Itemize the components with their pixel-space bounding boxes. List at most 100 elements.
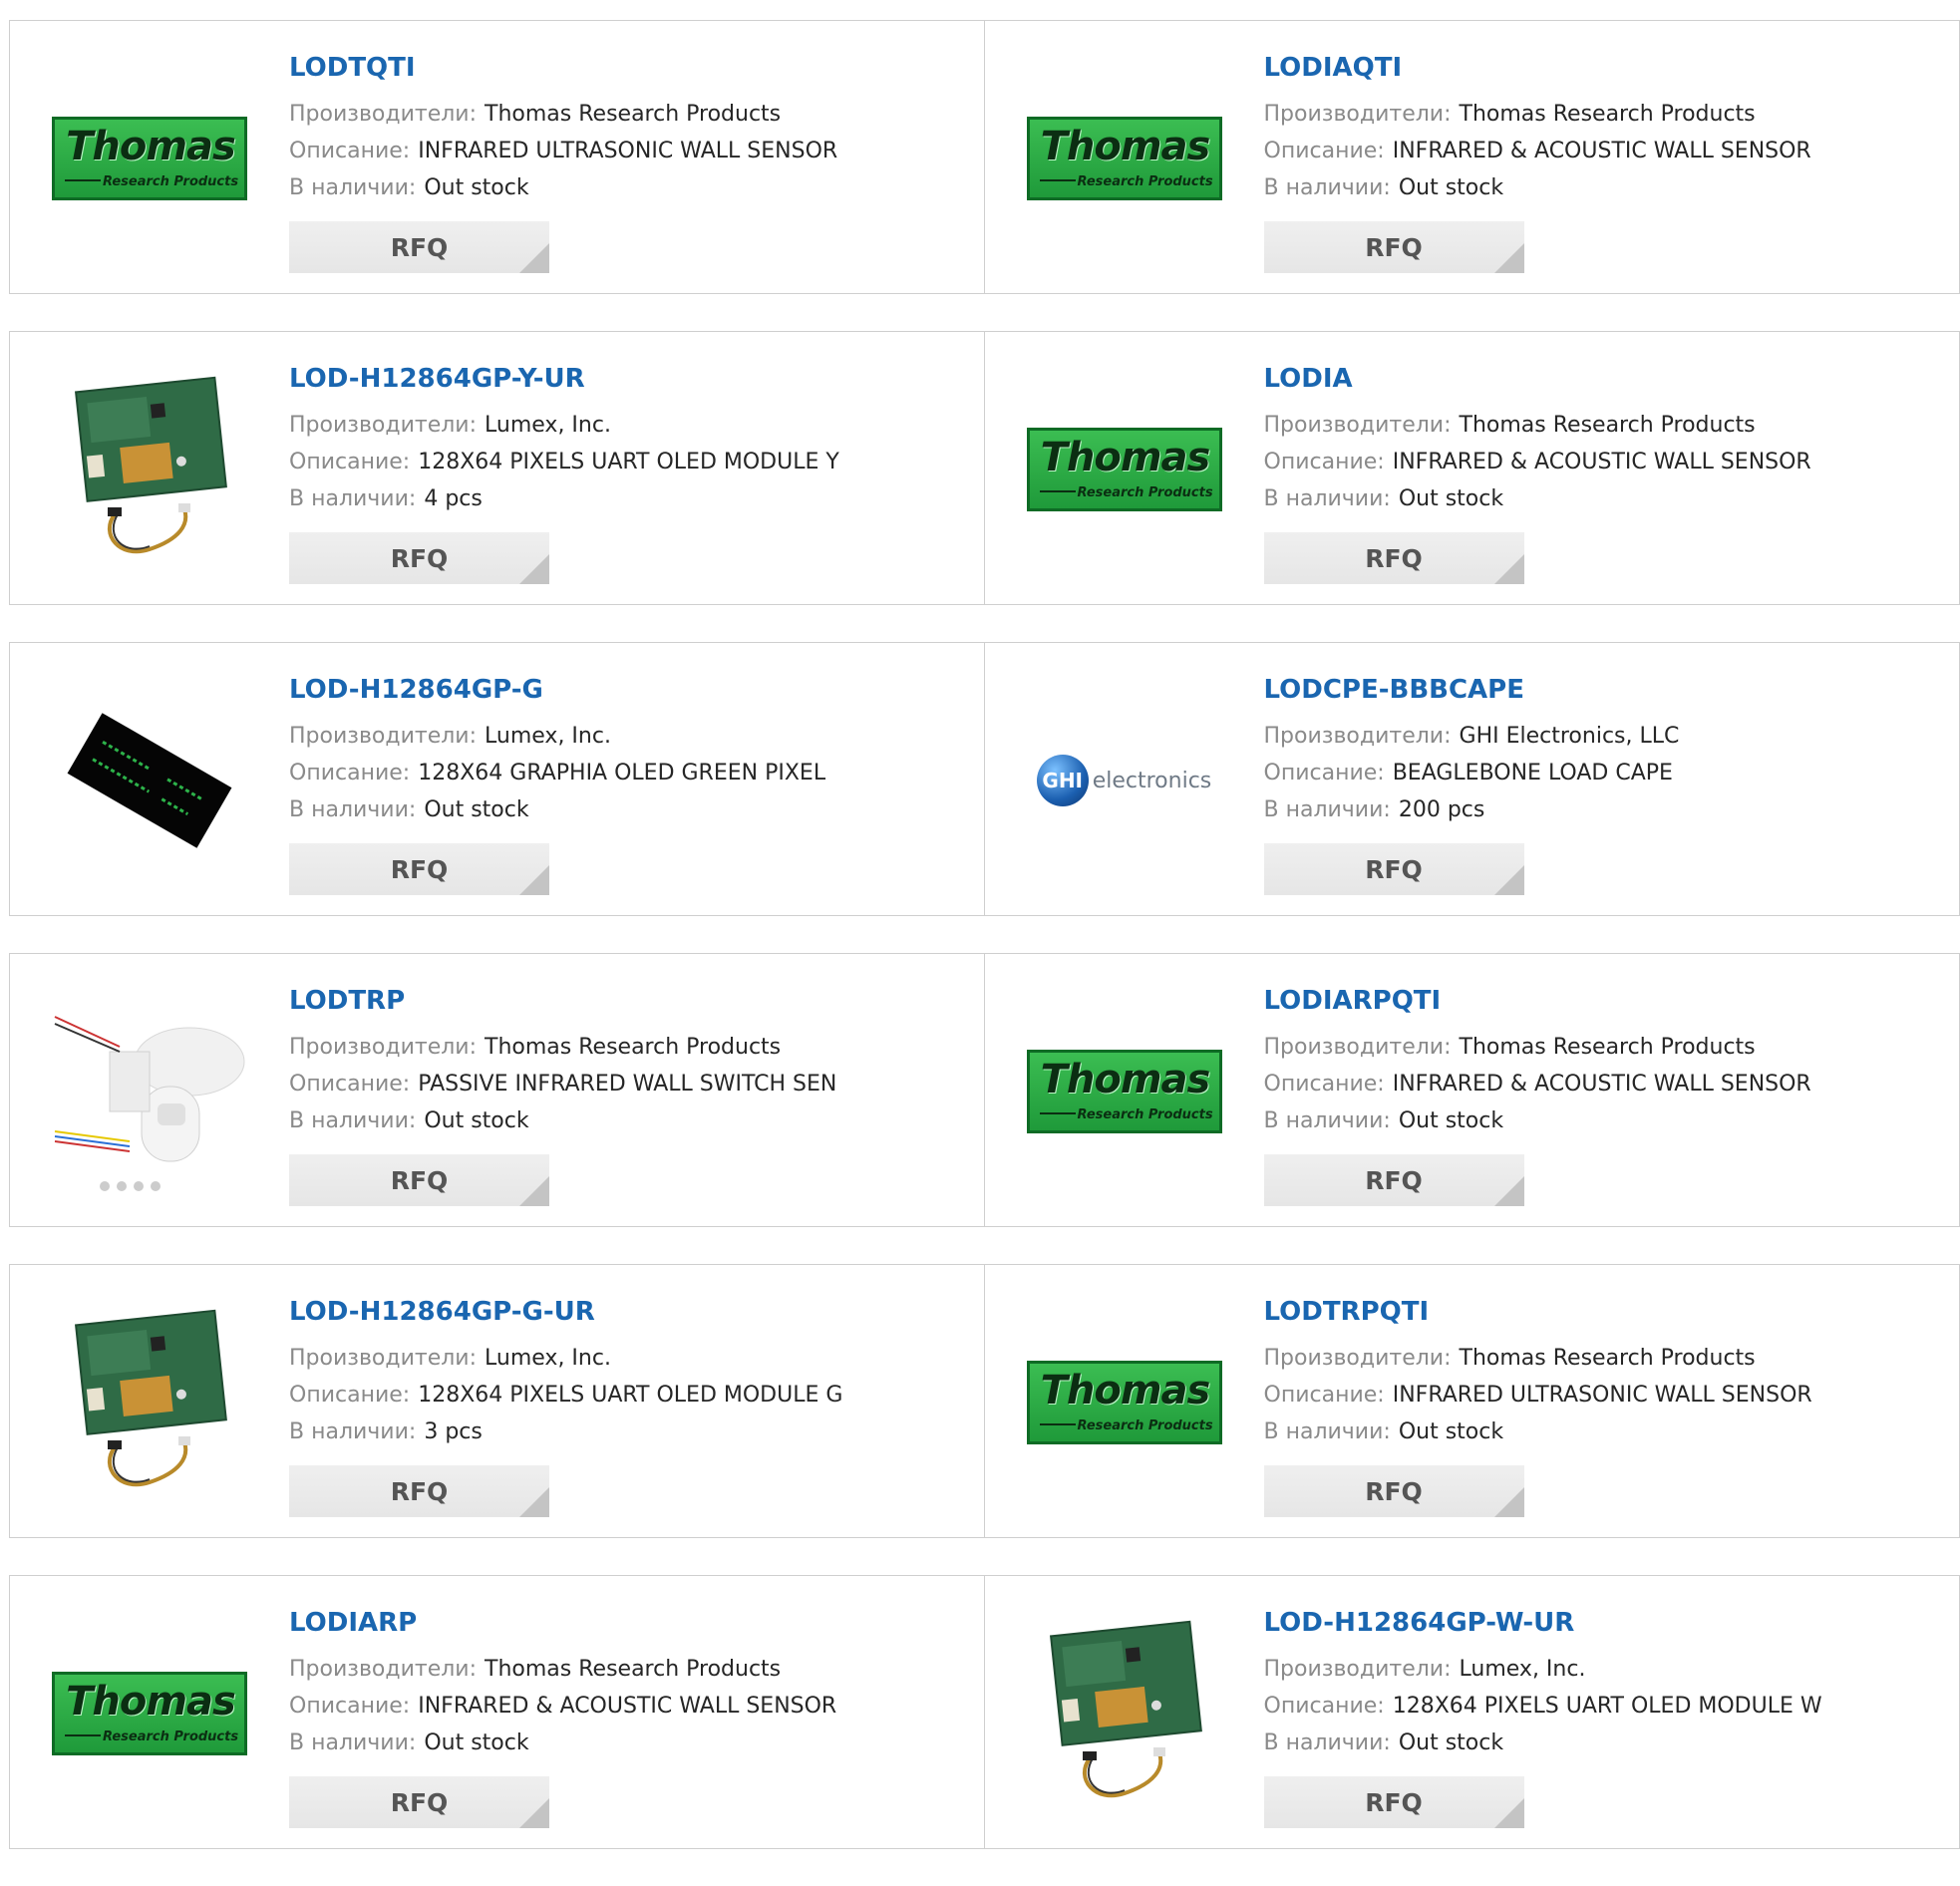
manufacturer-value: Thomas Research Products	[485, 1657, 781, 1682]
product-part-link[interactable]: LODIARPQTI	[1264, 984, 1922, 1018]
rfq-button[interactable]: RFQ	[1264, 532, 1524, 584]
product-part-link[interactable]: LOD-H12864GP-W-UR	[1264, 1606, 1922, 1640]
stock-value: Out stock	[424, 1730, 528, 1755]
product-card: ThomasResearch Products LODIAQTI Произво…	[985, 20, 1960, 294]
stock-row: В наличии:Out stock	[289, 1725, 947, 1761]
product-image[interactable]: Thomas Research Products	[50, 59, 249, 258]
rfq-button[interactable]: RFQ	[1264, 1465, 1524, 1517]
product-part-link[interactable]: LODCPE-BBBCAPE	[1264, 673, 1922, 707]
thomas-logo-subtext: Research Products	[1078, 174, 1213, 189]
description-row: Описание: INFRARED & ACOUSTIC WALL SENSOR	[1264, 133, 1922, 169]
description-row: Описание:128X64 PIXELS UART OLED MODULE …	[289, 444, 947, 480]
rfq-button[interactable]: RFQ	[289, 1154, 549, 1206]
thomas-logo-text: Thomas	[1038, 435, 1213, 480]
rfq-button[interactable]: RFQ	[289, 1776, 549, 1828]
product-part-link[interactable]: LODIAQTI	[1264, 51, 1922, 85]
sensor-kit-image	[50, 992, 249, 1191]
product-image[interactable]	[50, 992, 249, 1191]
product-part-link[interactable]: LODTQTI	[289, 51, 947, 85]
description-value: INFRARED & ACOUSTIC WALL SENSOR	[1393, 1072, 1811, 1097]
description-label: Описание:	[1264, 1694, 1385, 1719]
description-label: Описание:	[289, 1694, 410, 1719]
product-image[interactable]: ThomasResearch Products	[1025, 1303, 1224, 1502]
product-part-link[interactable]: LODTRP	[289, 984, 947, 1018]
rfq-button[interactable]: RFQ	[1264, 221, 1524, 273]
description-label: Описание:	[1264, 1383, 1385, 1408]
oled-display-panel-image	[60, 701, 239, 860]
product-info: LOD-H12864GP-Y-UR Производители:Lumex, I…	[289, 362, 947, 517]
rfq-button[interactable]: RFQ	[289, 843, 549, 895]
product-image[interactable]: ThomasResearch Products	[1025, 992, 1224, 1191]
manufacturer-row: Производители:Thomas Research Products	[289, 1651, 947, 1688]
manufacturer-value: Lumex, Inc.	[485, 724, 611, 749]
stock-label: В наличии:	[1264, 797, 1391, 822]
product-part-link[interactable]: LODIA	[1264, 362, 1922, 396]
corner-decoration	[519, 1798, 549, 1828]
description-row: Описание:INFRARED ULTRASONIC WALL SENSOR	[1264, 1377, 1922, 1414]
thomas-logo-swoosh	[1040, 1423, 1076, 1425]
rfq-label: RFQ	[391, 1788, 449, 1817]
rfq-button[interactable]: RFQ	[289, 221, 549, 273]
description-value: INFRARED & ACOUSTIC WALL SENSOR	[1393, 139, 1811, 163]
stock-row: В наличии:Out stock	[289, 169, 947, 206]
thomas-logo: Thomas Research Products	[52, 117, 247, 200]
rfq-label: RFQ	[1365, 544, 1423, 573]
manufacturer-row: Производители:Thomas Research Products	[289, 1029, 947, 1066]
stock-row: В наличии:Out stock	[1264, 1102, 1922, 1139]
thomas-logo-subtext: Research Products	[1078, 1418, 1213, 1433]
thomas-logo-swoosh	[1040, 490, 1076, 492]
stock-row: В наличии:Out stock	[1264, 480, 1922, 517]
manufacturer-row: Производители:Thomas Research Products	[1264, 96, 1922, 133]
stock-value: 200 pcs	[1399, 797, 1485, 822]
thomas-logo: ThomasResearch Products	[52, 1672, 247, 1755]
stock-label: В наличии:	[1264, 1730, 1391, 1755]
product-image[interactable]: ThomasResearch Products	[1025, 59, 1224, 258]
manufacturer-label: Производители:	[1264, 102, 1452, 127]
product-grid: Thomas Research Products LODTQTI Производ…	[9, 20, 1960, 1886]
description-row: Описание:INFRARED & ACOUSTIC WALL SENSOR	[1264, 444, 1922, 480]
thomas-logo: ThomasResearch Products	[1027, 117, 1222, 200]
product-part-link[interactable]: LODIARP	[289, 1606, 947, 1640]
thomas-logo-text: Thomas	[63, 124, 238, 169]
product-image[interactable]: ThomasResearch Products	[50, 1614, 249, 1813]
corner-decoration	[519, 1176, 549, 1206]
product-image[interactable]	[50, 1303, 249, 1502]
thomas-logo-subtext: Research Products	[103, 174, 238, 189]
product-part-link[interactable]: LOD-H12864GP-Y-UR	[289, 362, 947, 396]
product-image[interactable]	[50, 681, 249, 880]
rfq-button[interactable]: RFQ	[1264, 843, 1524, 895]
manufacturer-label: Производители:	[289, 1346, 477, 1371]
rfq-button[interactable]: RFQ	[289, 532, 549, 584]
stock-label: В наличии:	[1264, 1108, 1391, 1133]
corner-decoration	[1494, 554, 1524, 584]
stock-label: В наличии:	[289, 797, 416, 822]
product-image[interactable]	[50, 370, 249, 569]
corner-decoration	[1494, 865, 1524, 895]
stock-label: В наличии:	[1264, 1419, 1391, 1444]
oled-module-board-image	[60, 1308, 239, 1497]
manufacturer-row: Производители:Lumex, Inc.	[289, 407, 947, 444]
manufacturer-label: Производители:	[1264, 1657, 1452, 1682]
description-row: Описание:INFRARED & ACOUSTIC WALL SENSOR	[289, 1688, 947, 1725]
product-row: Thomas Research Products LODTQTI Производ…	[9, 20, 1960, 294]
product-image[interactable]: ThomasResearch Products	[1025, 370, 1224, 569]
product-card: ThomasResearch Products LODIARP Производ…	[9, 1575, 985, 1849]
corner-decoration	[519, 1487, 549, 1517]
product-row: LOD-H12864GP-Y-UR Производители:Lumex, I…	[9, 331, 1960, 605]
product-part-link[interactable]: LOD-H12864GP-G-UR	[289, 1295, 947, 1329]
product-image[interactable]: GHIelectronics	[1025, 681, 1224, 880]
manufacturer-row: Производители:Thomas Research Products	[1264, 1340, 1922, 1377]
product-part-link[interactable]: LODTRPQTI	[1264, 1295, 1922, 1329]
rfq-button[interactable]: RFQ	[1264, 1154, 1524, 1206]
stock-value: Out stock	[424, 175, 528, 200]
product-image[interactable]	[1025, 1614, 1224, 1813]
stock-label: В наличии:	[289, 1108, 416, 1133]
product-card: ThomasResearch Products LODTRPQTI Произв…	[985, 1264, 1960, 1538]
rfq-button[interactable]: RFQ	[289, 1465, 549, 1517]
product-part-link[interactable]: LOD-H12864GP-G	[289, 673, 947, 707]
manufacturer-value: Thomas Research Products	[1460, 1346, 1756, 1371]
description-label: Описание:	[1264, 139, 1385, 163]
rfq-button[interactable]: RFQ	[1264, 1776, 1524, 1828]
stock-value: Out stock	[1399, 486, 1503, 511]
stock-row: В наличии:4 pcs	[289, 480, 947, 517]
